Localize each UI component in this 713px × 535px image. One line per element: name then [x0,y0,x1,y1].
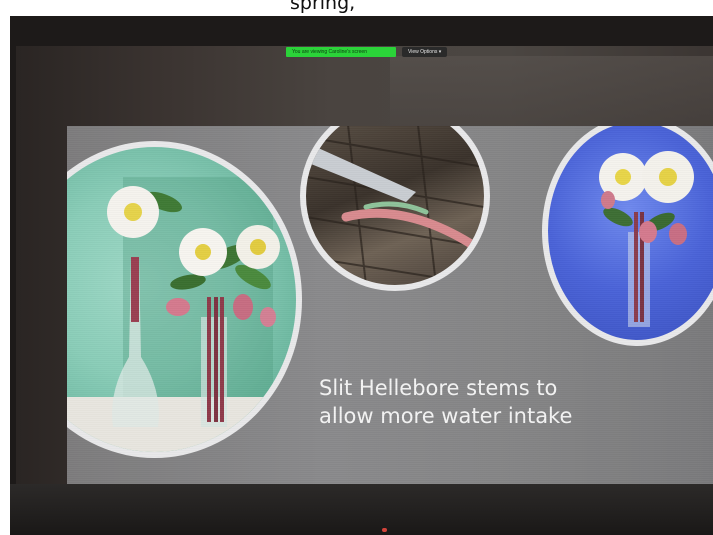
vases-illustration [67,177,296,452]
presentation-slide: Slit Hellebore stems to allow more water… [67,126,713,484]
slitting-stem-photo [300,126,490,291]
view-options-button[interactable]: View Options ▾ [402,47,448,57]
slide-title: Slit Hellebore stems to allow more water… [319,374,639,430]
monitor-bottom-bezel [10,484,713,535]
monitor-screen: You are viewing Caroline's screen View O… [10,16,713,535]
slide-title-line-2: allow more water intake [319,404,573,428]
hellebore-illustration [599,151,694,327]
vases-of-hellebores-photo [67,141,302,458]
hellebore-vase-photo [542,126,713,346]
bottom-led-reflection [382,528,387,532]
slide-title-line-1: Slit Hellebore stems to [319,376,558,400]
knife-and-stem-illustration [306,126,484,285]
cropped-caption-text: spring, [290,0,356,14]
meeting-toolbar: You are viewing Caroline's screen View O… [286,47,448,57]
photo-of-monitor: spring, You are viewing Caroline's scree… [0,0,713,535]
screen-share-banner: You are viewing Caroline's screen [286,47,396,57]
